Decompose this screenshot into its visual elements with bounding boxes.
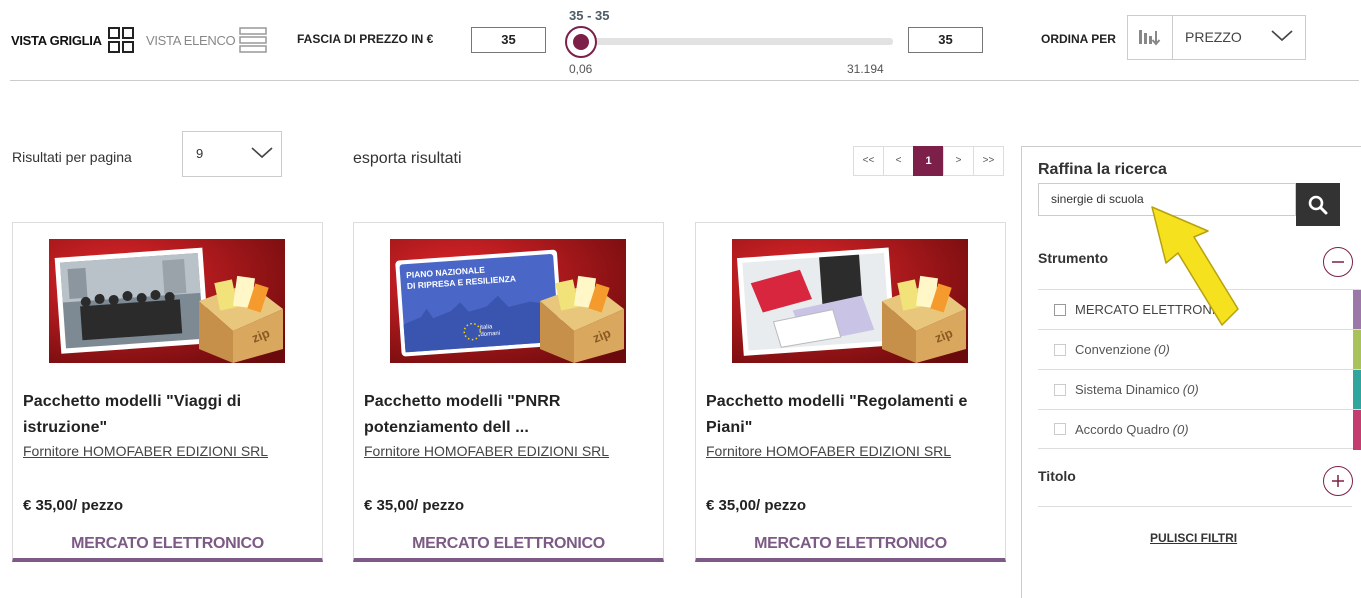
product-image-school-trip: zip — [49, 239, 285, 363]
facet-count: (0) — [1182, 382, 1199, 397]
product-image-pnrr: PIANO NAZIONALE DI RIPRESA E RESILIENZA … — [390, 239, 626, 363]
minus-icon — [1332, 261, 1344, 263]
collapse-strumento-button[interactable] — [1323, 247, 1353, 277]
channel-badge: MERCATO ELETTRONICO — [71, 535, 264, 552]
product-title[interactable]: Pacchetto modelli "Regolamenti e Piani" — [706, 389, 996, 441]
chevron-down-icon — [1271, 30, 1293, 42]
price-slider-thumb[interactable] — [565, 26, 597, 58]
sort-descending-icon — [1139, 29, 1161, 46]
facet-convenzione[interactable]: Convenzione (0) — [1038, 329, 1361, 370]
toolbar-divider — [10, 80, 1359, 81]
facet-label: Sistema Dinamico — [1075, 382, 1180, 397]
toolbar: VISTA GRIGLIA VISTA ELENCO FASCIA DI PRE… — [0, 0, 1361, 82]
expand-titolo-button[interactable] — [1323, 466, 1353, 496]
product-card[interactable]: zip Pacchetto modelli "Regolamenti e Pia… — [695, 222, 1006, 562]
product-title[interactable]: Pacchetto modelli "PNRR potenziamento de… — [364, 389, 654, 441]
facet-count: (0) — [1153, 342, 1170, 357]
strumento-label: Strumento — [1038, 250, 1108, 266]
grid-view-label: VISTA GRIGLIA — [11, 32, 102, 48]
page-first-button[interactable]: << — [853, 146, 884, 176]
order-by-label: ORDINA PER — [1041, 32, 1116, 46]
list-view-label: VISTA ELENCO — [146, 32, 236, 48]
product-price: € 35,00/ pezzo — [23, 497, 124, 514]
slider-min-text: 0,06 — [569, 62, 593, 76]
page-current-button[interactable]: 1 — [913, 146, 944, 176]
price-slider-track[interactable] — [580, 38, 893, 45]
price-max-input[interactable]: 35 — [908, 27, 983, 53]
supplier-link[interactable]: Fornitore HOMOFABER EDIZIONI SRL — [23, 443, 268, 459]
facet-color-bar — [1353, 290, 1361, 330]
product-image-regulations: zip — [732, 239, 968, 363]
supplier-link[interactable]: Fornitore HOMOFABER EDIZIONI SRL — [364, 443, 609, 459]
facet-label: Accordo Quadro — [1075, 421, 1170, 437]
product-card[interactable]: zip Pacchetto modelli "Viaggi di istruzi… — [12, 222, 323, 562]
sort-direction-button[interactable] — [1127, 15, 1173, 60]
facet-sistema-dinamico[interactable]: Sistema Dinamico (0) — [1038, 369, 1361, 410]
highlight-arrow-icon — [1151, 206, 1239, 326]
facet-checkbox[interactable] — [1054, 423, 1066, 435]
product-thumbnail[interactable]: zip — [732, 239, 968, 363]
titolo-label: Titolo — [1038, 468, 1076, 484]
page-next-button[interactable]: > — [943, 146, 974, 176]
grid-view-toggle[interactable]: VISTA GRIGLIA — [11, 27, 134, 53]
supplier-link[interactable]: Fornitore HOMOFABER EDIZIONI SRL — [706, 443, 951, 459]
price-range-label: FASCIA DI PREZZO IN € — [297, 32, 434, 46]
refine-title: Raffina la ricerca — [1038, 161, 1167, 178]
chevron-down-icon — [251, 147, 273, 159]
page-last-button[interactable]: >> — [973, 146, 1004, 176]
list-icon — [239, 27, 268, 53]
page-prev-button[interactable]: < — [883, 146, 914, 176]
plus-icon — [1332, 475, 1344, 487]
facet-checkbox[interactable] — [1054, 343, 1066, 356]
facet-checkbox[interactable] — [1054, 303, 1066, 316]
facet-color-bar — [1353, 330, 1361, 370]
grid-icon — [107, 27, 134, 53]
slider-max-text: 31.194 — [847, 62, 884, 76]
channel-badge: MERCATO ELETTRONICO — [412, 535, 605, 552]
panel-divider — [1038, 506, 1352, 507]
product-price: € 35,00/ pezzo — [364, 497, 465, 514]
svg-text:italia: italia — [480, 324, 493, 331]
facet-accordo-quadro[interactable]: Accordo Quadro (0) — [1038, 409, 1361, 450]
slider-range-text: 35 - 35 — [569, 8, 610, 23]
search-button[interactable] — [1296, 183, 1340, 226]
product-thumbnail[interactable]: PIANO NAZIONALE DI RIPRESA E RESILIENZA … — [390, 239, 626, 363]
export-results-link[interactable]: esporta risultati — [353, 150, 462, 168]
results-per-page-label: Risultati per pagina — [12, 149, 132, 165]
channel-badge: MERCATO ELETTRONICO — [754, 535, 947, 552]
search-icon — [1308, 195, 1328, 214]
facet-count: (0) — [1172, 421, 1189, 437]
results-per-page-select[interactable]: 9 — [182, 131, 282, 177]
pagination: << < 1 > >> — [853, 146, 1004, 176]
price-min-input[interactable]: 35 — [471, 27, 546, 53]
facet-checkbox[interactable] — [1054, 383, 1066, 396]
clear-filters-link[interactable]: PULISCI FILTRI — [1150, 531, 1237, 545]
facet-color-bar — [1353, 410, 1361, 450]
facet-color-bar — [1353, 370, 1361, 410]
product-card[interactable]: PIANO NAZIONALE DI RIPRESA E RESILIENZA … — [353, 222, 664, 562]
facet-label: Convenzione — [1075, 342, 1151, 357]
results-per-page-value: 9 — [196, 146, 204, 161]
product-price: € 35,00/ pezzo — [706, 497, 807, 514]
product-title[interactable]: Pacchetto modelli "Viaggi di istruzione" — [23, 389, 313, 441]
product-thumbnail[interactable]: zip — [49, 239, 285, 363]
order-by-value: PREZZO — [1185, 29, 1242, 45]
order-by-select[interactable]: PREZZO — [1172, 15, 1306, 60]
list-view-toggle[interactable]: VISTA ELENCO — [146, 27, 268, 53]
